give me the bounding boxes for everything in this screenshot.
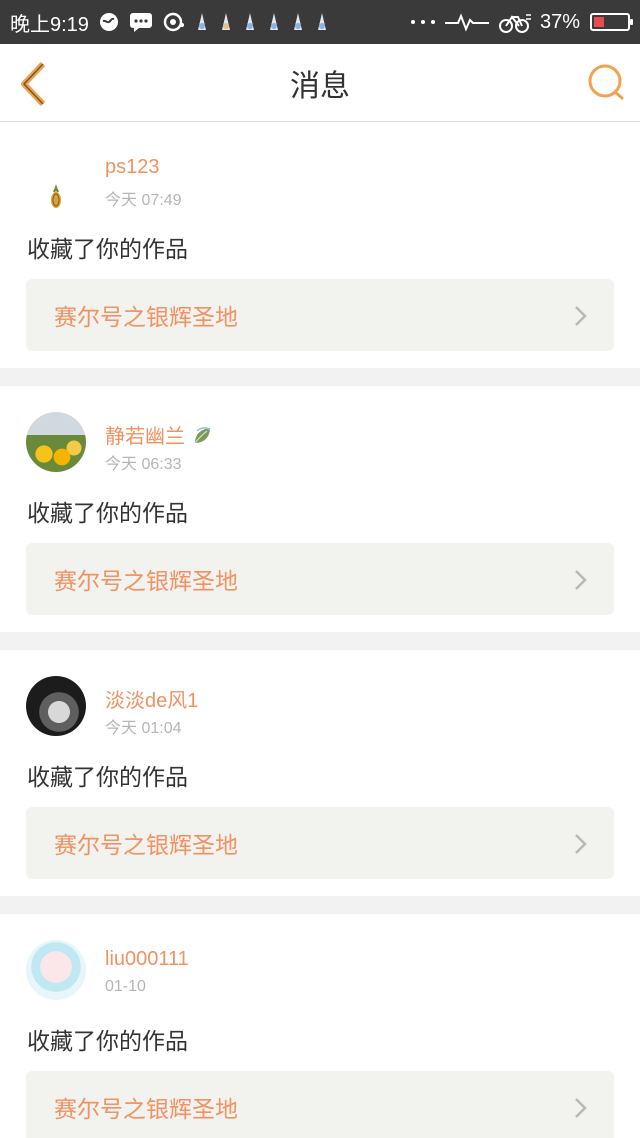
action-text: 收藏了你的作品 [27, 1029, 188, 1055]
message-item[interactable]: ps123 今天 07:49 收藏了你的作品 赛尔号之银辉圣地 [0, 122, 640, 368]
page-title: 消息 [290, 68, 350, 104]
search-button[interactable] [586, 62, 626, 102]
message-time: 今天 06:33 [105, 456, 182, 473]
action-text: 收藏了你的作品 [27, 765, 188, 791]
leaf-icon [194, 427, 211, 444]
chevron-right-icon [575, 834, 587, 854]
search-icon [588, 64, 624, 100]
app-icon [219, 12, 233, 32]
message-list: ps123 今天 07:49 收藏了你的作品 赛尔号之银辉圣地 静若幽兰 今天 … [0, 122, 640, 1138]
app-icon [315, 12, 329, 32]
avatar[interactable] [26, 148, 86, 208]
notification-icon [163, 12, 185, 32]
work-title: 赛尔号之银辉圣地 [54, 1097, 238, 1123]
battery-percent: 37% [539, 10, 580, 33]
app-icon [267, 12, 281, 32]
bicycle-icon [498, 11, 532, 33]
user-name[interactable]: 淡淡de风1 [105, 684, 198, 713]
pineapple-icon [51, 184, 61, 208]
work-link[interactable]: 赛尔号之银辉圣地 [26, 279, 614, 351]
status-bar: 晚上9:19 37% [0, 0, 640, 44]
app-icon [291, 12, 305, 32]
more-icon [410, 18, 436, 26]
avatar[interactable] [26, 676, 86, 736]
heartbeat-icon [444, 12, 490, 32]
user-name[interactable]: 静若幽兰 [105, 420, 213, 449]
message-time: 今天 07:49 [105, 192, 182, 209]
globe-icon [99, 12, 119, 32]
message-time: 01-10 [105, 978, 146, 995]
user-name[interactable]: ps123 [105, 156, 160, 179]
battery-icon [590, 13, 633, 31]
work-link[interactable]: 赛尔号之银辉圣地 [26, 1071, 614, 1138]
chevron-right-icon [575, 1098, 587, 1118]
chat-icon [129, 12, 153, 32]
back-button[interactable] [16, 60, 52, 108]
message-item[interactable]: 静若幽兰 今天 06:33 收藏了你的作品 赛尔号之银辉圣地 [0, 386, 640, 632]
message-item[interactable]: 淡淡de风1 今天 01:04 收藏了你的作品 赛尔号之银辉圣地 [0, 650, 640, 896]
message-item[interactable]: liu000111 01-10 收藏了你的作品 赛尔号之银辉圣地 [0, 914, 640, 1138]
work-link[interactable]: 赛尔号之银辉圣地 [26, 543, 614, 615]
action-text: 收藏了你的作品 [27, 501, 188, 527]
avatar[interactable] [26, 412, 86, 472]
work-link[interactable]: 赛尔号之银辉圣地 [26, 807, 614, 879]
avatar[interactable] [26, 940, 86, 1000]
user-name[interactable]: liu000111 [105, 948, 189, 971]
navigation-bar: 消息 [0, 44, 640, 122]
message-time: 今天 01:04 [105, 720, 182, 737]
back-arrow-icon [21, 61, 46, 107]
app-icon [195, 12, 209, 32]
chevron-right-icon [575, 570, 587, 590]
action-text: 收藏了你的作品 [27, 237, 188, 263]
status-time: 晚上9:19 [10, 13, 89, 36]
work-title: 赛尔号之银辉圣地 [54, 833, 238, 859]
work-title: 赛尔号之银辉圣地 [54, 569, 238, 595]
app-icon [243, 12, 257, 32]
work-title: 赛尔号之银辉圣地 [54, 305, 238, 331]
chevron-right-icon [575, 306, 587, 326]
